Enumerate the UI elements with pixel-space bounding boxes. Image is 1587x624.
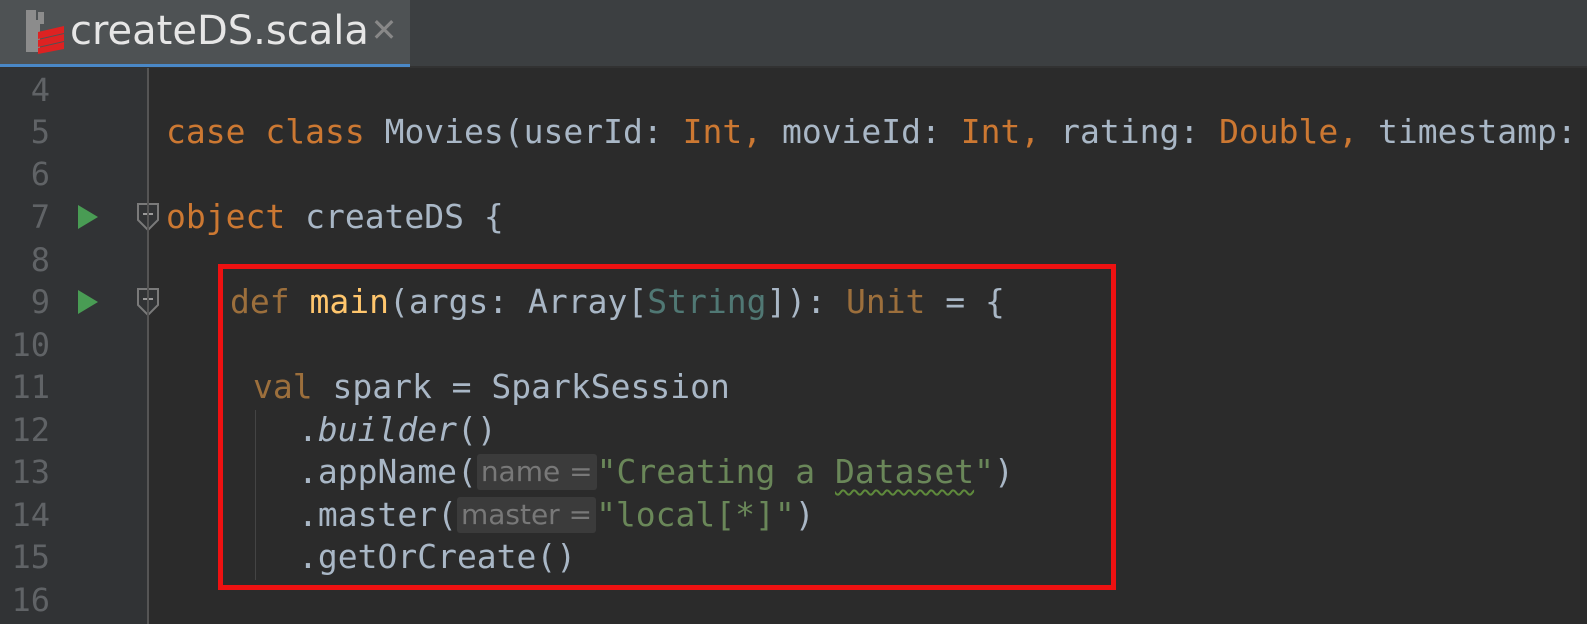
line-number: 8 (30, 241, 50, 279)
line-number: 16 (11, 581, 50, 619)
line-number: 11 (11, 368, 50, 406)
highlight-box (218, 264, 1116, 590)
line-number: 10 (11, 326, 50, 364)
run-icon[interactable] (76, 203, 100, 231)
line-number: 15 (11, 538, 50, 576)
tab-createds-scala[interactable]: createDS.scala ✕ (0, 0, 410, 67)
keyword: object (166, 197, 286, 236)
line-number: 12 (11, 411, 50, 449)
close-icon[interactable]: ✕ (370, 10, 398, 50)
line-number: 6 (30, 155, 50, 193)
line-number: 5 (30, 113, 50, 151)
keyword: class (265, 112, 365, 151)
code-text: Movies(userId: (364, 112, 683, 151)
code-text: createDS { (285, 197, 504, 236)
line-number: 13 (11, 453, 50, 491)
line-number: 14 (11, 496, 50, 534)
run-icon[interactable] (76, 288, 100, 316)
type-name: Int, (960, 112, 1041, 151)
code-line-5[interactable]: case class Movies(userId: Int, movieId: … (166, 111, 1587, 153)
code-text: movieId: (762, 112, 961, 151)
code-text: timestamp: Long) (1378, 112, 1577, 151)
gutter-divider (147, 68, 149, 624)
line-number: 7 (30, 198, 50, 236)
keyword: case (166, 112, 246, 151)
tab-title: createDS.scala (70, 8, 369, 54)
line-number: 9 (30, 283, 50, 321)
code-editor[interactable]: 4 5 6 7 8 9 10 11 12 13 14 15 16 case cl… (0, 68, 1587, 624)
editor-tab-bar: createDS.scala ✕ (0, 0, 1587, 68)
code-line-7[interactable]: object createDS { (166, 196, 504, 238)
gutter: 4 5 6 7 8 9 10 11 12 13 14 15 16 (0, 68, 159, 624)
line-number: 4 (30, 71, 50, 109)
type-name: Double, (1219, 112, 1359, 151)
scala-file-icon (26, 10, 64, 54)
type-name: Int, (682, 112, 763, 151)
code-text: rating: (1040, 112, 1220, 151)
